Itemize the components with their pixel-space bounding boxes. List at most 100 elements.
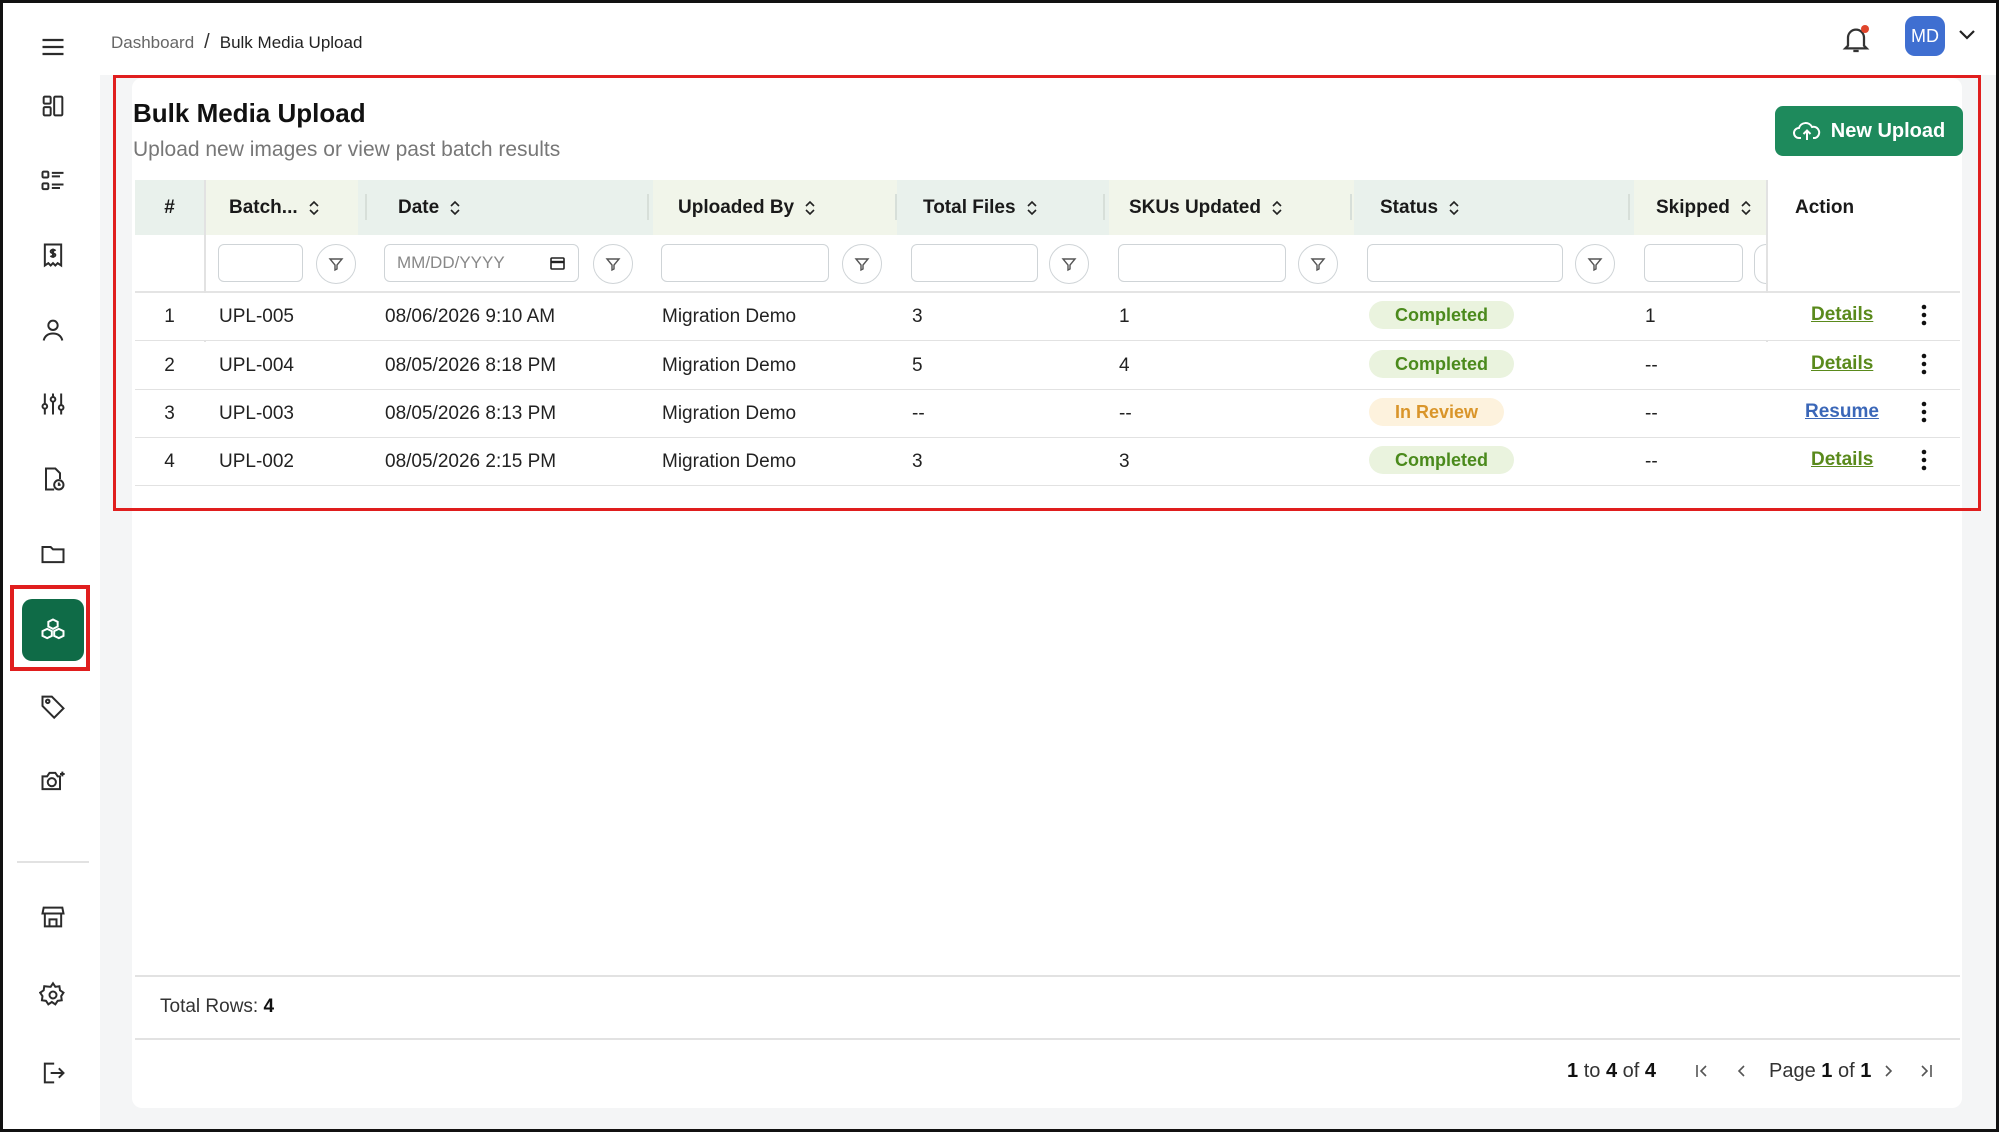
col-header-uploaded-by[interactable]: Uploaded By — [653, 180, 897, 235]
sort-icon[interactable] — [1740, 200, 1752, 216]
uploaded-by-filter-button[interactable] — [842, 244, 882, 284]
sort-icon[interactable] — [1448, 200, 1460, 216]
col-header-skipped[interactable]: Skipped — [1634, 180, 1766, 235]
col-header-number: # — [164, 196, 175, 218]
date-filter-input[interactable]: MM/DD/YYYY — [384, 244, 579, 282]
batch-filter-input[interactable] — [218, 244, 303, 282]
col-header-action: Action — [1767, 180, 1960, 235]
avatar[interactable]: MD — [1905, 16, 1945, 56]
menu-icon[interactable] — [22, 16, 84, 78]
details-link[interactable]: Details — [1811, 438, 1873, 482]
sliders-icon[interactable] — [22, 373, 84, 435]
uploaded-by: Migration Demo — [662, 355, 797, 376]
row-number: 2 — [164, 355, 175, 376]
skipped: 1 — [1645, 306, 1656, 327]
topbar: Dashboard / Bulk Media Upload MD — [100, 3, 1996, 75]
details-link[interactable]: Details — [1811, 293, 1873, 337]
breadcrumb-current: Bulk Media Upload — [219, 32, 363, 52]
more-options-icon[interactable] — [1919, 352, 1929, 376]
col-header-date[interactable]: Date — [371, 180, 651, 235]
status-badge: Completed — [1369, 301, 1515, 329]
file-clock-icon[interactable] — [22, 448, 84, 510]
previous-page-icon[interactable] — [1733, 1062, 1751, 1080]
uploaded-by-filter-input[interactable] — [661, 244, 829, 282]
uploaded-by: Migration Demo — [662, 451, 797, 472]
page-indicator: Page 1 of 1 — [1769, 1060, 1872, 1082]
store-icon[interactable] — [22, 886, 84, 948]
sort-icon[interactable] — [308, 200, 320, 216]
logout-icon[interactable] — [22, 1042, 84, 1104]
first-page-icon[interactable] — [1693, 1062, 1711, 1080]
table-header-row: # Batch... Date Uploaded By Total Files … — [135, 180, 1960, 235]
total-files: -- — [912, 403, 925, 424]
resume-link[interactable]: Resume — [1805, 390, 1879, 434]
skus-filter-input[interactable] — [1118, 244, 1286, 282]
camera-plus-icon[interactable] — [22, 750, 84, 812]
skus-updated: 3 — [1119, 451, 1130, 472]
upload-date: 08/05/2026 8:18 PM — [385, 355, 557, 376]
filter-icon — [328, 258, 344, 272]
tag-icon[interactable] — [22, 675, 84, 737]
skus-updated: -- — [1119, 403, 1132, 424]
dashboard-icon[interactable] — [22, 75, 84, 137]
next-page-icon[interactable] — [1879, 1062, 1897, 1080]
folder-icon[interactable] — [22, 523, 84, 585]
filter-icon — [1310, 258, 1326, 272]
sidebar-highlight-box — [10, 585, 90, 671]
more-options-icon[interactable] — [1919, 303, 1929, 327]
sort-icon[interactable] — [449, 200, 461, 216]
sidebar-divider — [17, 861, 89, 863]
skipped-filter-input[interactable] — [1644, 244, 1743, 282]
date-filter-button[interactable] — [593, 244, 633, 284]
uploaded-by: Migration Demo — [662, 403, 797, 424]
filter-icon — [1587, 258, 1603, 272]
pagination-range: 1 to 4 of 4 — [1567, 1060, 1656, 1082]
table-row[interactable]: 2 UPL-004 08/05/2026 8:18 PM Migration D… — [135, 342, 1960, 390]
status-filter-input[interactable] — [1367, 244, 1563, 282]
list-icon[interactable] — [22, 150, 84, 212]
user-icon[interactable] — [22, 299, 84, 361]
batch-filter-button[interactable] — [316, 244, 356, 284]
invoice-icon[interactable] — [22, 224, 84, 286]
col-header-batch[interactable]: Batch... — [205, 180, 358, 235]
last-page-icon[interactable] — [1917, 1062, 1935, 1080]
new-upload-button[interactable]: New Upload — [1775, 106, 1963, 156]
sort-icon[interactable] — [1026, 200, 1038, 216]
status-badge: In Review — [1369, 398, 1505, 426]
calendar-icon[interactable] — [549, 255, 566, 271]
footer-divider — [135, 1038, 1960, 1040]
total-files: 3 — [912, 451, 923, 472]
upload-date: 08/05/2026 8:13 PM — [385, 403, 557, 424]
page-title: Bulk Media Upload — [133, 98, 366, 128]
filter-row: MM/DD/YYYY — [135, 235, 1960, 293]
skipped-filter-button[interactable] — [1754, 244, 1766, 284]
more-options-icon[interactable] — [1919, 448, 1929, 472]
sort-icon[interactable] — [804, 200, 816, 216]
breadcrumb-root[interactable]: Dashboard — [111, 33, 194, 53]
skipped: -- — [1645, 403, 1658, 424]
skus-filter-button[interactable] — [1298, 244, 1338, 284]
status-filter-button[interactable] — [1575, 244, 1615, 284]
sort-icon[interactable] — [1271, 200, 1283, 216]
more-options-icon[interactable] — [1919, 400, 1929, 424]
chevron-down-icon[interactable] — [1958, 28, 1976, 42]
total-files-filter-input[interactable] — [911, 244, 1038, 282]
table-row[interactable]: 3 UPL-003 08/05/2026 8:13 PM Migration D… — [135, 390, 1960, 438]
breadcrumb-separator: / — [204, 31, 210, 53]
col-header-total-files[interactable]: Total Files — [901, 180, 1101, 235]
col-header-status[interactable]: Status — [1356, 180, 1626, 235]
skus-updated: 1 — [1119, 306, 1130, 327]
table-row[interactable]: 1 UPL-005 08/06/2026 9:10 AM Migration D… — [135, 293, 1960, 341]
table-row[interactable]: 4 UPL-002 08/05/2026 2:15 PM Migration D… — [135, 438, 1960, 486]
total-files: 5 — [912, 355, 923, 376]
total-files-filter-button[interactable] — [1049, 244, 1089, 284]
batch-id: UPL-005 — [219, 306, 294, 327]
cloud-upload-icon — [1792, 122, 1820, 140]
new-upload-label: New Upload — [1830, 119, 1946, 142]
settings-icon[interactable] — [22, 964, 84, 1026]
details-link[interactable]: Details — [1811, 342, 1873, 386]
status-badge: Completed — [1369, 446, 1515, 474]
filter-icon — [854, 258, 870, 272]
total-rows-count: 4 — [263, 996, 275, 1017]
col-header-skus-updated[interactable]: SKUs Updated — [1109, 180, 1354, 235]
